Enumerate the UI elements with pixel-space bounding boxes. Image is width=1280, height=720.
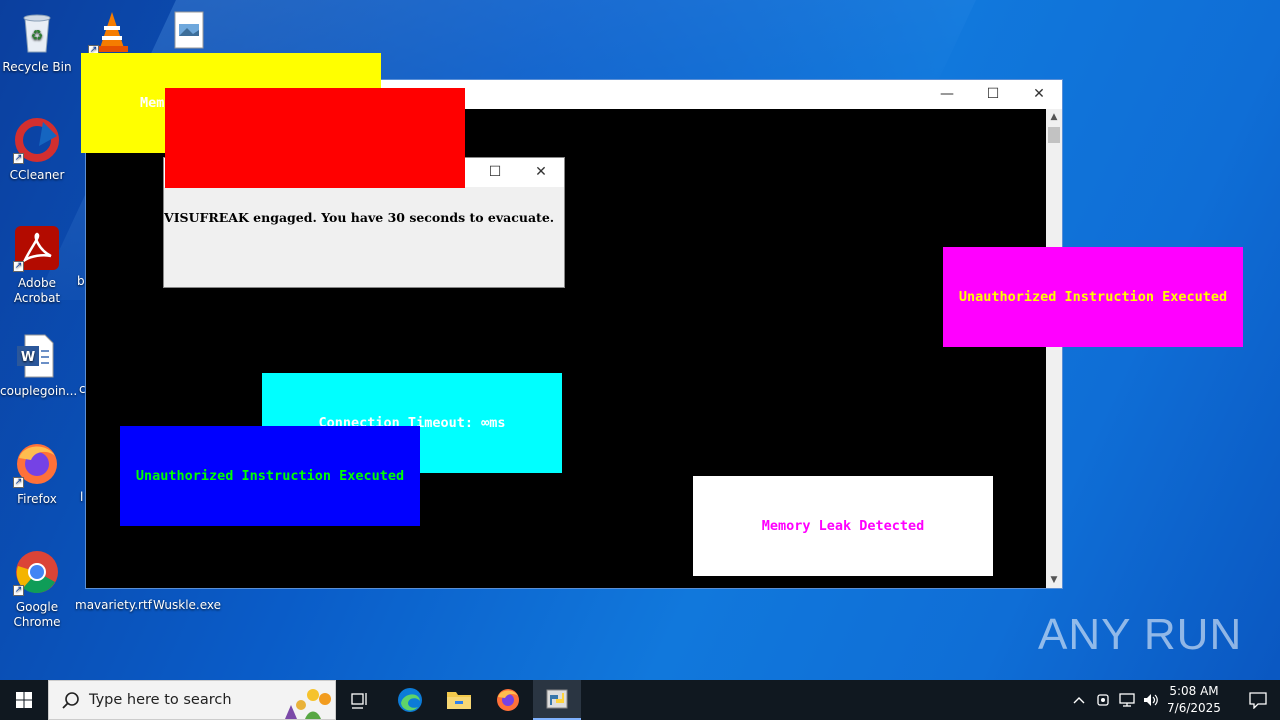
taskbar-clock[interactable]: 5:08 AM 7/6/2025	[1158, 683, 1230, 717]
desktop-icon-google-chrome[interactable]: ↗ Google Chrome	[0, 548, 74, 630]
search-icon	[62, 692, 79, 709]
vertical-scrollbar[interactable]: ▲ ▼	[1046, 109, 1062, 588]
firefox-icon	[497, 689, 519, 711]
desktop-icon-ccleaner[interactable]: ↗ CCleaner	[0, 116, 74, 183]
desktop-icon-label: Firefox	[17, 492, 57, 506]
network-icon	[1119, 693, 1135, 707]
close-button[interactable]: ✕	[1016, 80, 1062, 109]
tray-network-button[interactable]	[1116, 680, 1138, 720]
clock-time: 5:08 AM	[1169, 684, 1219, 698]
edge-icon	[398, 688, 422, 712]
file-explorer-icon	[447, 692, 471, 709]
tray-device-button[interactable]	[1092, 680, 1114, 720]
shortcut-arrow-icon: ↗	[13, 477, 24, 488]
chrome-icon: ↗	[13, 548, 61, 596]
usb-device-icon	[1097, 694, 1109, 706]
image-file-icon	[163, 8, 211, 56]
desktop-icon-label: Recycle Bin	[2, 60, 72, 74]
maximize-button[interactable]: ☐	[970, 80, 1016, 109]
ccleaner-icon: ↗	[13, 116, 61, 164]
show-hidden-icons-button[interactable]	[1068, 680, 1090, 720]
search-highlight-flowers-icon	[285, 689, 331, 719]
scroll-down-arrow-icon[interactable]: ▼	[1046, 572, 1062, 588]
recycle-bin-icon: ♻	[13, 8, 61, 56]
shortcut-arrow-icon: ↗	[13, 585, 24, 596]
minimize-button[interactable]: —	[924, 80, 970, 109]
windows-logo-icon	[16, 692, 32, 708]
desktop-icon-label: Wuskle.exe	[152, 598, 222, 612]
search-placeholder: Type here to search	[89, 692, 232, 708]
taskbar-file-explorer[interactable]	[435, 680, 483, 720]
msgbox-close-button[interactable]: ✕	[518, 158, 564, 187]
popup-text: Memory Leak Detected	[761, 518, 925, 534]
python-app-icon	[546, 689, 568, 709]
desktop-icon-adobe-acrobat[interactable]: ↗ Adobe Acrobat	[0, 224, 74, 306]
white-popup: Memory Leak Detected	[693, 476, 993, 576]
firefox-icon: ↗	[13, 440, 61, 488]
notification-icon	[1249, 692, 1267, 709]
msgbox-maximize-button[interactable]: ☐	[472, 158, 518, 187]
notification-center-button[interactable]	[1236, 680, 1280, 720]
clock-date: 7/6/2025	[1167, 701, 1221, 715]
desktop-icon-label: Adobe Acrobat	[13, 276, 61, 305]
message-box-text: VISUFREAK engaged. You have 30 seconds t…	[164, 210, 555, 225]
desktop-icon-mavariety[interactable]: mavariety.rtf	[75, 598, 152, 613]
vlc-cone-icon: ↗	[88, 8, 136, 56]
svg-text:♻: ♻	[31, 28, 44, 44]
shortcut-arrow-icon: ↗	[13, 153, 24, 164]
popup-text: Unauthorized Instruction Executed	[958, 289, 1228, 305]
chevron-up-icon	[1073, 697, 1085, 704]
desktop-icon-label: couplegoin...	[0, 384, 78, 398]
magenta-popup: Unauthorized Instruction Executed	[943, 247, 1243, 347]
popup-text: Unauthorized Instruction Executed	[135, 468, 405, 484]
svg-text:W: W	[21, 350, 35, 365]
scroll-up-arrow-icon[interactable]: ▲	[1046, 109, 1062, 125]
task-view-button[interactable]	[336, 680, 384, 720]
red-popup	[165, 88, 465, 188]
scrollbar-thumb[interactable]	[1048, 127, 1060, 143]
popup-text: Mem	[140, 95, 165, 111]
taskbar-firefox[interactable]	[484, 680, 532, 720]
desktop-icon-wuskle[interactable]: Wuskle.exe	[150, 598, 224, 613]
desktop-icon-label: CCleaner	[9, 168, 65, 182]
desktop-icon-firefox[interactable]: ↗ Firefox	[0, 440, 74, 507]
shortcut-arrow-icon: ↗	[13, 261, 24, 272]
desktop-icon-recycle-bin[interactable]: ♻ Recycle Bin	[0, 8, 74, 75]
taskbar-active-app[interactable]	[533, 680, 581, 720]
word-document-icon: W	[13, 332, 61, 380]
start-button[interactable]	[0, 680, 48, 720]
anyrun-watermark: ANY RUN	[1038, 610, 1243, 659]
taskbar-search-box[interactable]: Type here to search	[48, 680, 336, 720]
blue-popup: Unauthorized Instruction Executed	[120, 426, 420, 526]
desktop-icon-word-doc[interactable]: W couplegoin...	[0, 332, 78, 399]
desktop-icon-label: Google Chrome	[13, 600, 61, 629]
desktop-icon-label: mavariety.rtf	[75, 598, 152, 612]
taskbar: Type here to search 5:08 AM 7/6/2025	[0, 680, 1280, 720]
taskbar-edge[interactable]	[386, 680, 434, 720]
task-view-icon	[351, 693, 367, 709]
adobe-acrobat-icon: ↗	[13, 224, 61, 272]
